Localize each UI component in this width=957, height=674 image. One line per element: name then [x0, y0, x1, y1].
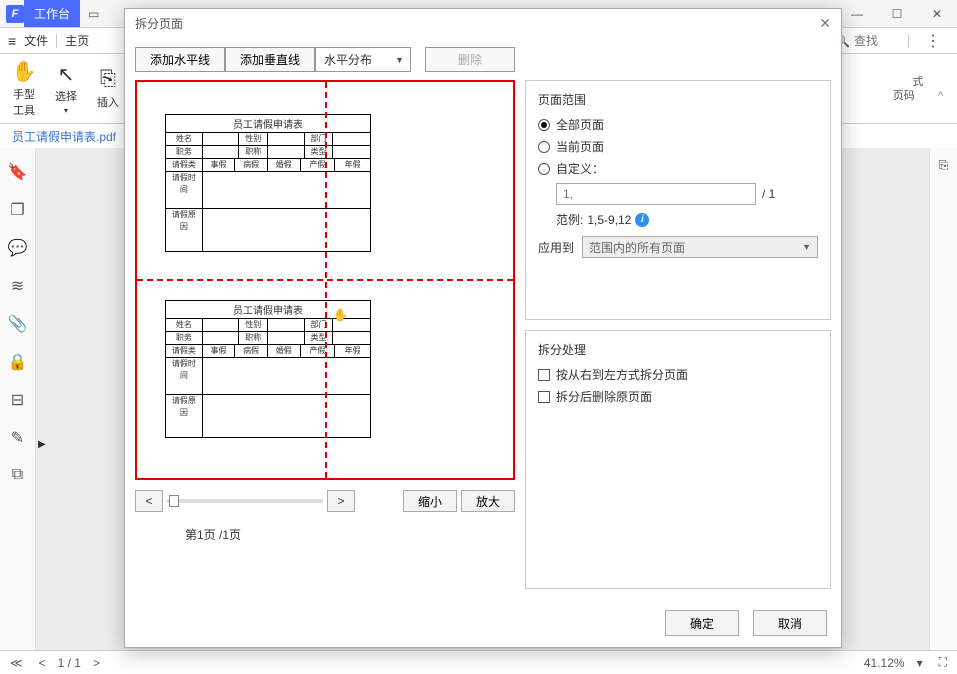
- zoom-out-button[interactable]: 缩小: [403, 490, 457, 512]
- checkbox-icon: [538, 391, 550, 403]
- next-preview-button[interactable]: >: [327, 490, 355, 512]
- layers-icon[interactable]: ≋: [11, 276, 24, 296]
- close-icon[interactable]: ✕: [819, 15, 831, 32]
- check-rtl-split[interactable]: 按从右到左方式拆分页面: [538, 366, 818, 383]
- select-tool-button[interactable]: ↖ 选择▾: [46, 59, 86, 119]
- prev-page-button[interactable]: <: [35, 656, 50, 670]
- maximize-button[interactable]: ☐: [877, 0, 917, 28]
- add-vertical-line-button[interactable]: 添加垂直线: [225, 47, 315, 72]
- add-horizontal-line-button[interactable]: 添加水平线: [135, 47, 225, 72]
- minus-page-icon[interactable]: ⊟: [11, 390, 24, 410]
- menu-home[interactable]: 主页: [65, 32, 89, 49]
- preview-slider[interactable]: [167, 499, 323, 503]
- cursor-icon: ↖: [58, 62, 75, 86]
- left-rail: 🔖 ❐ 💬 ≋ 📎 🔒 ⊟ ✎ ⧉: [0, 148, 36, 650]
- radio-icon: [538, 141, 550, 153]
- dialog-titlebar: 拆分页面 ✕: [125, 9, 841, 39]
- dialog-footer: 确定 取消: [125, 599, 841, 647]
- caret-up-icon[interactable]: ^: [935, 90, 943, 102]
- split-page-dialog: 拆分页面 ✕ 添加水平线 添加垂直线 水平分布▼ 删除 员工请假申请表 姓名性别…: [124, 8, 842, 648]
- fullscreen-icon[interactable]: ⛶: [935, 655, 951, 670]
- export-icon[interactable]: ⎘: [939, 158, 949, 173]
- zoom-caret-icon[interactable]: ▾: [913, 656, 927, 670]
- preview-page-label: 第1页 /1页: [135, 526, 515, 543]
- hand-icon: ✋: [12, 60, 37, 84]
- zoom-in-button[interactable]: 放大: [461, 490, 515, 512]
- hamburger-icon[interactable]: ≡: [8, 33, 16, 49]
- next-page-button[interactable]: >: [89, 656, 104, 670]
- page-range-group: 页面范围 全部页面 当前页面 自定义： / 1 范例: 1,5-9,12 i 应…: [525, 80, 831, 320]
- ribbon-right-stub: 式 页码 ^: [893, 75, 953, 103]
- preview-frame[interactable]: 员工请假申请表 姓名性别部门 职务职称类型 请假类别事假病假婚假产假年假 请假时…: [135, 80, 515, 480]
- menu-file[interactable]: 文件: [24, 32, 48, 49]
- pages-icon[interactable]: ❐: [10, 200, 24, 220]
- custom-range-input[interactable]: [556, 183, 756, 205]
- page-indicator[interactable]: 1 / 1: [58, 656, 81, 670]
- lock-icon[interactable]: 🔒: [8, 352, 28, 372]
- page-range-title: 页面范围: [538, 91, 818, 108]
- attachment-icon[interactable]: 📎: [8, 314, 28, 334]
- right-rail: ⎘: [929, 148, 957, 650]
- chevron-down-icon: ▼: [802, 242, 811, 252]
- radio-current-page[interactable]: 当前页面: [538, 138, 818, 155]
- signature-icon[interactable]: ✎: [11, 428, 24, 448]
- delete-line-button[interactable]: 删除: [425, 47, 515, 72]
- radio-icon: [538, 119, 550, 131]
- preview-nav-row: < > 缩小 放大: [135, 490, 515, 512]
- zoom-level[interactable]: 41.12%: [864, 656, 905, 670]
- search-input[interactable]: [854, 34, 894, 48]
- split-process-group: 拆分处理 按从右到左方式拆分页面 拆分后删除原页面: [525, 330, 831, 589]
- dialog-toolbar: 添加水平线 添加垂直线 水平分布▼ 删除: [125, 39, 841, 76]
- close-window-button[interactable]: ✕: [917, 0, 957, 28]
- example-label: 范例:: [556, 211, 583, 228]
- first-page-button[interactable]: ≪: [6, 656, 27, 670]
- radio-all-pages[interactable]: 全部页面: [538, 116, 818, 133]
- total-pages-label: / 1: [762, 187, 775, 201]
- apply-to-select[interactable]: 范围内的所有页面 ▼: [582, 236, 818, 258]
- app-logo-icon: F: [6, 5, 24, 23]
- expand-caret-icon[interactable]: ▶: [38, 439, 46, 450]
- settings-pane: 页面范围 全部页面 当前页面 自定义： / 1 范例: 1,5-9,12 i 应…: [525, 76, 831, 589]
- bookmark-icon[interactable]: 🔖: [8, 162, 28, 182]
- hand-cursor-icon: ✋: [333, 308, 348, 322]
- kebab-icon[interactable]: ⋮: [917, 31, 949, 51]
- split-process-title: 拆分处理: [538, 341, 818, 358]
- radio-custom-range[interactable]: 自定义：: [538, 160, 818, 177]
- cancel-button[interactable]: 取消: [753, 610, 827, 636]
- copy-icon[interactable]: ⧉: [12, 466, 23, 484]
- checkbox-icon: [538, 369, 550, 381]
- insert-tool-button[interactable]: ⎘ 插入: [88, 59, 128, 119]
- hand-tool-button[interactable]: ✋ 手型 工具: [4, 59, 44, 119]
- preview-pane: 员工请假申请表 姓名性别部门 职务职称类型 请假类别事假病假婚假产假年假 请假时…: [135, 76, 515, 589]
- search-box[interactable]: 🔍: [835, 34, 900, 48]
- prev-preview-button[interactable]: <: [135, 490, 163, 512]
- slider-thumb[interactable]: [169, 495, 179, 507]
- file-tab-active[interactable]: 员工请假申请表.pdf: [4, 128, 124, 145]
- info-icon[interactable]: i: [635, 213, 649, 227]
- dialog-title: 拆分页面: [135, 15, 183, 32]
- comments-icon[interactable]: 💬: [8, 238, 28, 258]
- folder-icon[interactable]: ▭: [80, 7, 107, 21]
- distribute-select[interactable]: 水平分布▼: [315, 47, 411, 72]
- minimize-button[interactable]: —: [837, 0, 877, 28]
- check-delete-original[interactable]: 拆分后删除原页面: [538, 388, 818, 405]
- workspace-tab[interactable]: 工作台: [24, 0, 80, 27]
- example-value: 1,5-9,12: [587, 213, 631, 227]
- chevron-down-icon: ▼: [395, 55, 404, 65]
- apply-to-label: 应用到: [538, 239, 574, 256]
- preview-form-top: 员工请假申请表 姓名性别部门 职务职称类型 请假类别事假病假婚假产假年假 请假时…: [165, 114, 371, 252]
- insert-icon: ⎘: [100, 68, 116, 92]
- window-controls: — ☐ ✕: [837, 0, 957, 28]
- status-bar: ≪ < 1 / 1 > 41.12% ▾ ⛶: [0, 650, 957, 674]
- ok-button[interactable]: 确定: [665, 610, 739, 636]
- split-line-vertical[interactable]: [325, 82, 327, 478]
- radio-icon: [538, 163, 550, 175]
